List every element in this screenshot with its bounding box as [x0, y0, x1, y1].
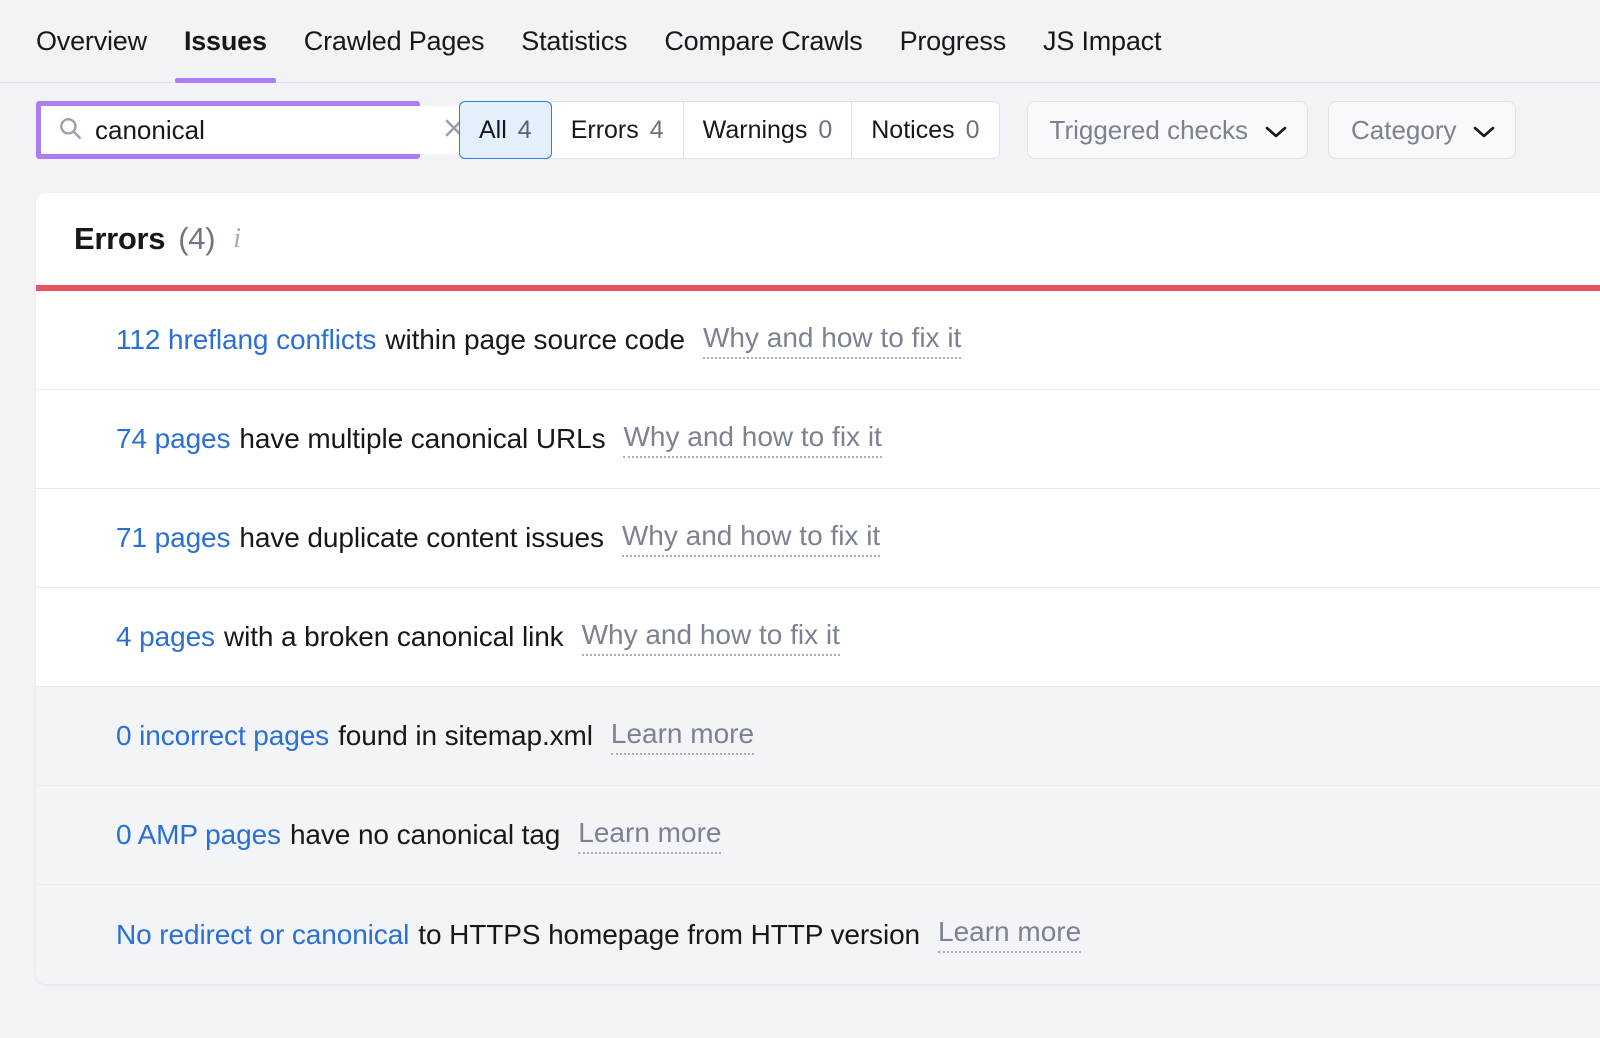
issue-text: 4 pages with a broken canonical link — [116, 621, 564, 653]
issue-row: 0 incorrect pages found in sitemap.xml Lea… — [36, 687, 1600, 786]
triggered-checks-label: Triggered checks — [1050, 115, 1248, 146]
issue-link[interactable]: 71 pages — [116, 522, 230, 553]
tab-issues[interactable]: Issues — [184, 0, 267, 83]
issue-row: 74 pages have multiple canonical URLs Why … — [36, 390, 1600, 489]
tab-js-impact[interactable]: JS Impact — [1043, 0, 1161, 83]
issue-text: 74 pages have multiple canonical URLs — [116, 423, 605, 455]
filter-label: Notices — [871, 116, 954, 145]
filter-count: 4 — [650, 116, 664, 145]
chevron-down-icon — [1264, 115, 1288, 146]
filter-label: Errors — [571, 116, 639, 145]
help-link[interactable]: Why and how to fix it — [703, 322, 961, 359]
filter-all[interactable]: All 4 — [459, 101, 552, 159]
issue-description: have duplicate content issues — [239, 522, 603, 553]
help-link[interactable]: Learn more — [938, 916, 1081, 953]
filter-notices[interactable]: Notices 0 — [852, 101, 999, 159]
issue-description: with a broken canonical link — [224, 621, 564, 652]
filter-count: 4 — [518, 116, 532, 145]
issue-list: 112 hreflang conflicts within page source… — [36, 291, 1600, 984]
errors-card-header: Errors (4) i — [36, 193, 1600, 285]
issue-link[interactable]: 0 incorrect pages — [116, 720, 329, 751]
tab-progress[interactable]: Progress — [900, 0, 1006, 83]
issue-row: 0 AMP pages have no canonical tag Learn mo… — [36, 786, 1600, 885]
filter-warnings[interactable]: Warnings 0 — [684, 101, 853, 159]
issue-description: to HTTPS homepage from HTTP version — [418, 919, 920, 950]
filter-label: All — [479, 116, 507, 145]
help-link[interactable]: Why and how to fix it — [623, 421, 881, 458]
tab-crawled-pages[interactable]: Crawled Pages — [304, 0, 485, 83]
issue-description: within page source code — [385, 324, 685, 355]
issue-description: have no canonical tag — [290, 819, 560, 850]
issue-row: 112 hreflang conflicts within page source… — [36, 291, 1600, 390]
page-title: Errors — [74, 221, 165, 257]
help-link[interactable]: Why and how to fix it — [582, 619, 840, 656]
severity-filter-group: All 4 Errors 4 Warnings 0 Notices 0 — [459, 101, 1000, 159]
filter-errors[interactable]: Errors 4 — [552, 101, 684, 159]
triggered-checks-dropdown[interactable]: Triggered checks — [1027, 101, 1308, 159]
info-icon[interactable]: i — [233, 225, 241, 253]
filter-toolbar: All 4 Errors 4 Warnings 0 Notices 0 Triggered c… — [0, 83, 1600, 177]
issue-row: 71 pages have duplicate content issues Why… — [36, 489, 1600, 588]
issue-link[interactable]: 74 pages — [116, 423, 230, 454]
search-box[interactable] — [41, 106, 480, 154]
issue-link[interactable]: 4 pages — [116, 621, 215, 652]
filter-label: Warnings — [703, 116, 808, 145]
issue-row: 4 pages with a broken canonical link Why a… — [36, 588, 1600, 687]
issue-text: No redirect or canonical to HTTPS homepag… — [116, 919, 920, 951]
search-highlight-annotation — [36, 101, 420, 159]
issue-text: 0 AMP pages have no canonical tag — [116, 819, 560, 851]
issue-description: have multiple canonical URLs — [239, 423, 605, 454]
chevron-down-icon — [1472, 115, 1496, 146]
search-input[interactable] — [95, 115, 430, 146]
help-link[interactable]: Learn more — [611, 718, 754, 755]
help-link[interactable]: Learn more — [578, 817, 721, 854]
issue-description: found in sitemap.xml — [338, 720, 593, 751]
filter-count: 0 — [818, 116, 832, 145]
issue-link[interactable]: No redirect or canonical — [116, 919, 409, 950]
filter-count: 0 — [966, 116, 980, 145]
main-navigation: Overview Issues Crawled Pages Statistics Com… — [0, 0, 1600, 83]
issue-row: No redirect or canonical to HTTPS homepag… — [36, 885, 1600, 984]
help-link[interactable]: Why and how to fix it — [622, 520, 880, 557]
search-icon — [57, 115, 83, 146]
issue-text: 71 pages have duplicate content issues — [116, 522, 604, 554]
errors-card: Errors (4) i 112 hreflang conflicts withi… — [36, 193, 1600, 984]
tab-statistics[interactable]: Statistics — [521, 0, 627, 83]
issue-link[interactable]: 112 hreflang conflicts — [116, 324, 376, 355]
issue-text: 112 hreflang conflicts within page source… — [116, 324, 685, 356]
issue-link[interactable]: 0 AMP pages — [116, 819, 281, 850]
tab-compare-crawls[interactable]: Compare Crawls — [664, 0, 862, 83]
category-label: Category — [1351, 115, 1457, 146]
issue-text: 0 incorrect pages found in sitemap.xml — [116, 720, 593, 752]
errors-count: (4) — [178, 221, 215, 257]
tab-overview[interactable]: Overview — [36, 0, 147, 83]
category-dropdown[interactable]: Category — [1328, 101, 1517, 159]
